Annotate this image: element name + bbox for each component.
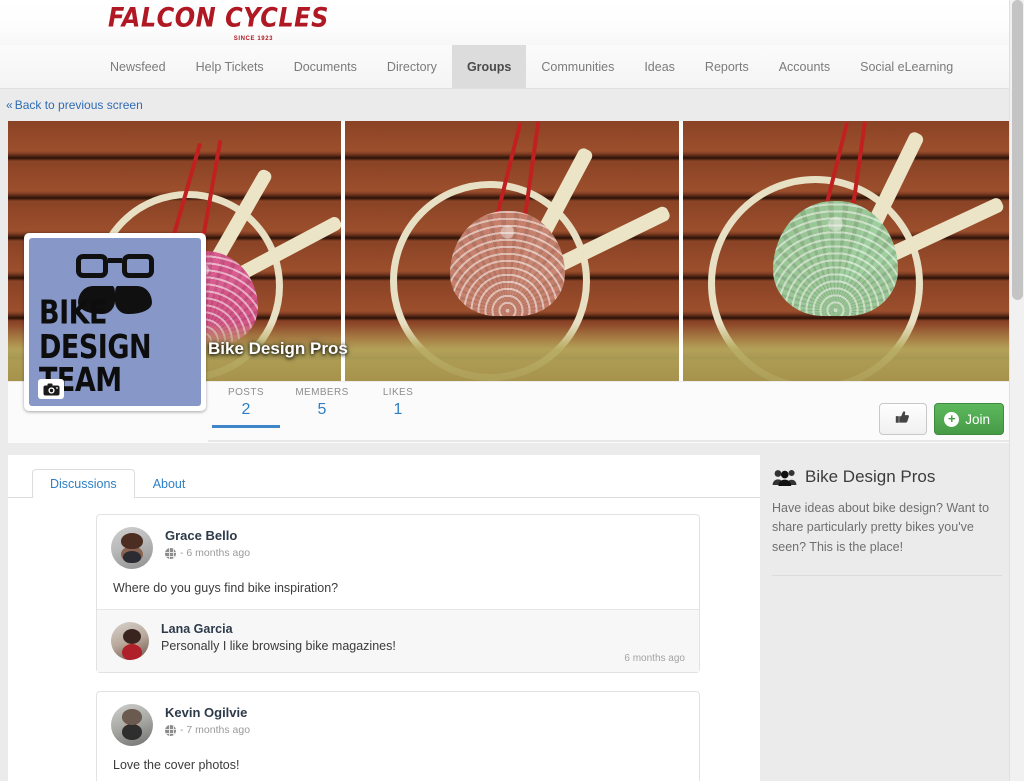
post-meta: Kevin Ogilvie - 7 months ago — [165, 704, 250, 746]
cover-photo-2[interactable] — [345, 121, 679, 381]
stat-posts[interactable]: POSTS 2 — [208, 382, 284, 428]
glasses-lens-right — [122, 254, 154, 278]
main-navigation: Newsfeed Help Tickets Documents Director… — [0, 45, 1024, 89]
sidebar-group-title: Bike Design Pros — [805, 467, 936, 486]
reply-author-name[interactable]: Lana Garcia — [161, 622, 396, 636]
post-body-text: Where do you guys find bike inspiration? — [113, 581, 339, 595]
avatar[interactable] — [111, 704, 153, 746]
stats-underline — [208, 440, 1016, 442]
page-body: Discussions About Grace Bello - 6 months… — [8, 443, 1016, 781]
group-page: Bike Design Pros BIKE DESIGN TEAM POSTS … — [8, 121, 1016, 781]
group-avatar-image: BIKE DESIGN TEAM — [29, 238, 201, 406]
post-time-text: - 7 months ago — [180, 724, 251, 736]
nav-item-communities[interactable]: Communities — [526, 45, 629, 88]
join-button[interactable]: + Join — [934, 403, 1004, 435]
main-column: Discussions About Grace Bello - 6 months… — [8, 455, 760, 781]
stat-members[interactable]: MEMBERS 5 — [284, 382, 360, 419]
post-body-text: Love the cover photos! — [113, 758, 240, 772]
app-root: FALCON CYCLES SINCE 1923 Newsfeed Help T… — [0, 0, 1024, 781]
stat-likes[interactable]: LIKES 1 — [360, 382, 436, 419]
tab-discussions[interactable]: Discussions — [32, 469, 135, 498]
nav-item-newsfeed[interactable]: Newsfeed — [95, 45, 181, 88]
back-row: «Back to previous screen — [0, 89, 1024, 121]
post-item: Kevin Ogilvie - 7 months ago Love the co… — [96, 691, 700, 781]
glasses-bridge — [108, 258, 122, 263]
scrollbar-thumb[interactable] — [1012, 0, 1023, 300]
sidebar-group-description: Have ideas about bike design? Want to sh… — [772, 499, 1002, 577]
camera-icon[interactable] — [38, 379, 64, 399]
join-button-label: Join — [965, 411, 990, 427]
grass-foreground — [682, 323, 1016, 381]
back-link-label: Back to previous screen — [14, 98, 143, 112]
plus-circle-icon: + — [944, 411, 960, 427]
nav-item-directory[interactable]: Directory — [372, 45, 452, 88]
globe-icon — [165, 547, 176, 559]
nav-item-social-elearning[interactable]: Social eLearning — [845, 45, 968, 88]
nav-item-help-tickets[interactable]: Help Tickets — [181, 45, 279, 88]
reply-content: Lana Garcia Personally I like browsing b… — [161, 622, 396, 660]
page-scrollbar[interactable] — [1009, 0, 1024, 781]
globe-icon — [165, 724, 176, 736]
stat-posts-label: POSTS — [228, 387, 264, 398]
stat-members-value: 5 — [317, 401, 327, 418]
glasses-icon — [76, 254, 154, 280]
post-author-name[interactable]: Grace Bello — [165, 528, 250, 543]
reply-body-text: Personally I like browsing bike magazine… — [161, 639, 396, 653]
post-item: Grace Bello - 6 months ago Where do you … — [96, 514, 700, 673]
cover-photo-3[interactable] — [682, 121, 1016, 381]
discussion-list: Grace Bello - 6 months ago Where do you … — [8, 498, 760, 781]
nav-item-groups[interactable]: Groups — [451, 45, 527, 88]
chevron-left-icon: « — [6, 98, 13, 112]
glasses-lens-left — [76, 254, 108, 278]
cover-photo-strip: Bike Design Pros BIKE DESIGN TEAM — [8, 121, 1016, 411]
nav-item-accounts[interactable]: Accounts — [764, 45, 845, 88]
grass-foreground — [345, 323, 679, 381]
group-action-buttons: + Join — [879, 403, 1004, 435]
post-header: Kevin Ogilvie - 7 months ago — [97, 692, 699, 752]
tab-about[interactable]: About — [135, 469, 204, 498]
nav-item-ideas[interactable]: Ideas — [629, 45, 690, 88]
post-time-text: - 6 months ago — [180, 547, 251, 559]
post-meta: Grace Bello - 6 months ago — [165, 527, 250, 569]
reply-timestamp: 6 months ago — [624, 653, 685, 664]
logo-band: FALCON CYCLES SINCE 1923 — [0, 0, 1024, 45]
stat-likes-value: 1 — [393, 401, 403, 418]
group-avatar-text-line1: BIKE DESIGN — [39, 294, 152, 367]
thumbs-up-icon — [895, 410, 911, 428]
content-tabs: Discussions About — [8, 465, 760, 498]
post-timestamp: - 7 months ago — [165, 724, 250, 736]
post-reply: Lana Garcia Personally I like browsing b… — [97, 609, 699, 672]
stat-posts-value: 2 — [241, 401, 251, 418]
sidebar-column: Bike Design Pros Have ideas about bike d… — [760, 455, 1016, 781]
group-people-icon — [772, 468, 798, 486]
avatar[interactable] — [111, 622, 149, 660]
brand-logo[interactable]: FALCON CYCLES SINCE 1923 — [108, 4, 329, 42]
stat-members-label: MEMBERS — [295, 387, 349, 398]
like-button[interactable] — [879, 403, 928, 435]
sidebar-group-title-row: Bike Design Pros — [772, 467, 1002, 487]
nav-item-reports[interactable]: Reports — [690, 45, 764, 88]
stat-likes-label: LIKES — [382, 387, 414, 398]
post-header: Grace Bello - 6 months ago — [97, 515, 699, 575]
post-timestamp: - 6 months ago — [165, 547, 250, 559]
brand-name: FALCON CYCLES — [108, 1, 329, 34]
post-author-name[interactable]: Kevin Ogilvie — [165, 705, 250, 720]
back-to-previous-screen-link[interactable]: «Back to previous screen — [6, 98, 143, 112]
group-avatar[interactable]: BIKE DESIGN TEAM — [24, 233, 206, 411]
nav-item-documents[interactable]: Documents — [279, 45, 372, 88]
avatar[interactable] — [111, 527, 153, 569]
brand-tagline: SINCE 1923 — [233, 36, 274, 42]
group-cover-title: Bike Design Pros — [208, 339, 348, 358]
